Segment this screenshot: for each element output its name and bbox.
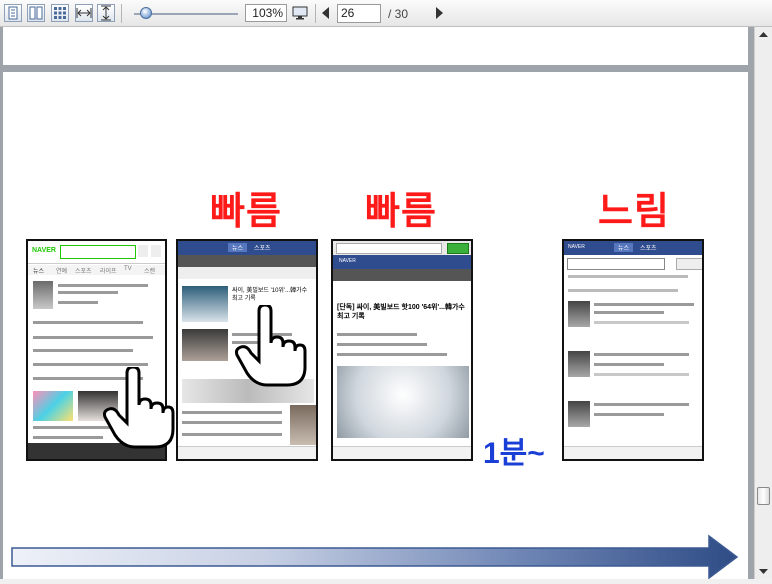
scroll-down-icon[interactable] (755, 563, 772, 579)
phone-screenshot-browser-article: NAVER [단독] 싸이, 美빌보드 핫100 '64위'...韓가수 최고 … (331, 239, 473, 461)
fit-height-icon[interactable] (97, 4, 115, 22)
previous-page-bottom (3, 27, 748, 65)
toolbar-divider (121, 4, 122, 23)
phone-screenshot-slow-page: NAVER 뉴스 스포츠 (562, 239, 704, 461)
timeline-arrow (11, 534, 739, 579)
label-time: 1분~ (483, 437, 545, 470)
vertical-scrollbar[interactable] (754, 27, 772, 579)
page-number-input[interactable]: 26 (337, 4, 381, 23)
document-viewport[interactable]: 빠름 빠름 느림 1분~ NAVER 뉴스 연예 스포츠 라이프 TV 스캔 뉴… (0, 27, 754, 579)
current-page: 빠름 빠름 느림 1분~ NAVER 뉴스 연예 스포츠 라이프 TV 스캔 뉴… (3, 72, 748, 579)
zoom-slider-thumb[interactable] (140, 7, 152, 19)
fit-width-icon[interactable] (75, 4, 93, 22)
page-total-label: / 30 (388, 7, 409, 21)
label-fast-1: 빠름 (210, 191, 282, 233)
hand-pointer-icon (103, 367, 175, 449)
hand-pointer-icon (235, 305, 307, 387)
single-page-view-icon[interactable] (4, 4, 22, 22)
previous-page-icon[interactable] (322, 7, 329, 19)
scroll-up-icon[interactable] (755, 27, 772, 43)
two-page-view-icon[interactable] (27, 4, 45, 22)
thumbnail-grid-icon[interactable] (51, 4, 69, 22)
zoom-level-field[interactable]: 103% (245, 4, 287, 22)
viewer-toolbar: 103% 26 / 30 (0, 0, 772, 27)
naver-logo: NAVER (32, 247, 56, 254)
next-page-icon[interactable] (436, 7, 443, 19)
toolbar-divider (315, 4, 316, 23)
scrollbar-thumb[interactable] (757, 487, 770, 505)
label-fast-2: 빠름 (365, 191, 437, 233)
monitor-icon[interactable] (291, 4, 309, 22)
label-slow: 느림 (598, 191, 670, 233)
